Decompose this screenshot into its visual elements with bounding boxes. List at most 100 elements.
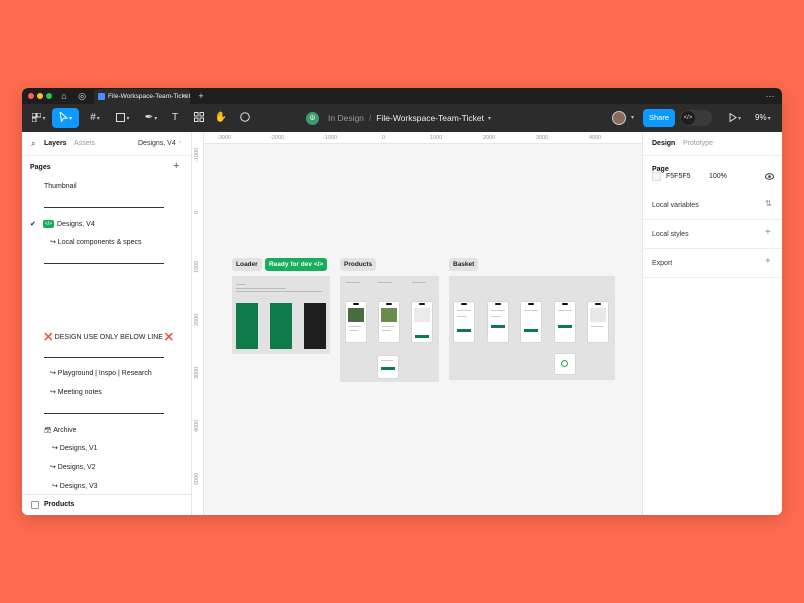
variables-settings-icon[interactable]: ⇅ bbox=[765, 199, 772, 208]
page-item-designs-v4[interactable]: ✔ </>Designs, V4 bbox=[30, 219, 95, 231]
page-opacity[interactable]: 100% bbox=[709, 173, 727, 180]
components-tool-button[interactable] bbox=[192, 108, 206, 128]
add-page-icon[interactable]: + bbox=[173, 160, 179, 172]
eye-icon[interactable] bbox=[765, 173, 774, 180]
page-item-designs-v2[interactable]: ↪ Designs, V2 bbox=[50, 462, 96, 474]
page-item-local-components[interactable]: ↪ Local components & specs bbox=[50, 237, 141, 249]
tab-bar: ⌂ ◎ File-Workspace-Team-Ticket × + ··· bbox=[22, 88, 782, 104]
tab-layers[interactable]: Layers bbox=[44, 140, 67, 147]
page-item-archive[interactable]: 🗃 Archive bbox=[44, 425, 77, 437]
add-style-icon[interactable]: + bbox=[765, 227, 771, 238]
move-tool-button[interactable]: ▾ bbox=[52, 108, 79, 128]
breadcrumb-separator: / bbox=[369, 113, 371, 123]
ruler-tick: 1000 bbox=[430, 135, 442, 141]
zoom-control[interactable]: 9%▾ bbox=[755, 108, 771, 128]
layers-panel: ⌕ Layers Assets Designs, V4 ^ Pages + Th… bbox=[22, 132, 192, 515]
product-screen[interactable] bbox=[379, 302, 399, 342]
close-window-button[interactable] bbox=[28, 93, 34, 99]
community-globe-icon[interactable]: ◎ bbox=[76, 90, 88, 102]
layer-label: Products bbox=[44, 501, 74, 508]
basket-screen[interactable] bbox=[488, 302, 508, 342]
dev-mode-toggle[interactable]: </> bbox=[680, 110, 712, 126]
page-item-label: Thumbnail bbox=[44, 183, 77, 190]
section-label-products[interactable]: Products bbox=[340, 258, 376, 271]
ruler-horizontal: -3000 -2000 -1000 0 1000 2000 3000 4000 bbox=[192, 132, 642, 144]
canvas[interactable]: -3000 -2000 -1000 0 1000 2000 3000 4000 … bbox=[192, 132, 642, 515]
page-item-meeting-notes[interactable]: ↪ Meeting notes bbox=[50, 387, 102, 399]
chevron-down-icon[interactable]: ▾ bbox=[488, 115, 491, 122]
loader-screen[interactable] bbox=[270, 303, 292, 349]
add-export-icon[interactable]: + bbox=[765, 256, 771, 267]
section-label-basket[interactable]: Basket bbox=[449, 258, 478, 271]
ready-for-dev-badge[interactable]: Ready for dev </> bbox=[265, 258, 327, 271]
ruler-tick: 2000 bbox=[483, 135, 495, 141]
local-styles-section[interactable]: Local styles + bbox=[643, 220, 782, 249]
local-variables-section[interactable]: Local variables ⇅ bbox=[643, 192, 782, 220]
section-label-loader[interactable]: Loader bbox=[232, 258, 262, 271]
page-item-label: ↪ Designs, V3 bbox=[52, 483, 98, 490]
basket-screen[interactable] bbox=[588, 302, 608, 342]
section-products[interactable] bbox=[340, 276, 439, 382]
avatar[interactable] bbox=[612, 111, 626, 125]
section-basket[interactable] bbox=[449, 276, 615, 380]
loader-screen[interactable] bbox=[236, 303, 258, 349]
page-item-playground[interactable]: ↪ Playground | Inspo | Research bbox=[50, 368, 152, 380]
search-icon[interactable]: ⌕ bbox=[31, 139, 35, 149]
product-screen[interactable] bbox=[378, 356, 398, 378]
section-loader[interactable] bbox=[232, 276, 330, 354]
tab-assets[interactable]: Assets bbox=[74, 140, 95, 147]
page-item-label: DESIGN USE ONLY BELOW LINE bbox=[55, 334, 163, 341]
page-color-swatch[interactable] bbox=[652, 172, 661, 181]
basket-screen[interactable] bbox=[555, 302, 575, 342]
annotation-line bbox=[346, 282, 360, 283]
ruler-vertical: -1000 0 1000 2000 3000 4000 5000 bbox=[192, 132, 204, 515]
page-item-designs-v3[interactable]: ↪ Designs, V3 bbox=[52, 481, 98, 493]
layer-row-products[interactable]: Products bbox=[22, 494, 192, 515]
tab-prototype[interactable]: Prototype bbox=[683, 140, 713, 147]
new-tab-button[interactable]: + bbox=[195, 90, 207, 102]
shape-tool-button[interactable]: ▾ bbox=[112, 108, 134, 128]
breadcrumb-project[interactable]: In Design bbox=[328, 113, 364, 123]
page-item-design-use-only[interactable]: ❌ DESIGN USE ONLY BELOW LINE ❌ bbox=[44, 332, 174, 344]
basket-screen[interactable] bbox=[521, 302, 541, 342]
hand-tool-button[interactable]: ✋ bbox=[214, 108, 228, 128]
minimize-window-button[interactable] bbox=[37, 93, 43, 99]
text-tool-button[interactable]: T bbox=[168, 108, 182, 128]
frame-tool-button[interactable]: #▾ bbox=[84, 108, 106, 128]
page-divider bbox=[44, 207, 164, 208]
right-panel-tabs: Design Prototype bbox=[643, 132, 782, 156]
home-icon[interactable]: ⌂ bbox=[58, 90, 70, 102]
hand-icon: ✋ bbox=[215, 112, 227, 123]
shape-icon bbox=[116, 113, 125, 122]
ruler-tick: 5000 bbox=[194, 473, 200, 485]
product-screen[interactable] bbox=[346, 302, 366, 342]
breadcrumb-file-title[interactable]: File-Workspace-Team-Ticket bbox=[376, 113, 484, 123]
more-icon[interactable]: ··· bbox=[764, 90, 776, 102]
ruler-tick: 4000 bbox=[589, 135, 601, 141]
annotation-line bbox=[412, 282, 426, 283]
present-button[interactable]: ▾ bbox=[724, 108, 746, 128]
chevron-down-icon[interactable]: ▾ bbox=[631, 114, 634, 121]
ruler-tick: 0 bbox=[194, 211, 200, 214]
comment-tool-button[interactable] bbox=[238, 108, 252, 128]
pen-tool-button[interactable]: ✒▾ bbox=[140, 108, 162, 128]
product-screen[interactable] bbox=[412, 302, 432, 342]
export-section[interactable]: Export + bbox=[643, 249, 782, 278]
maximize-window-button[interactable] bbox=[46, 93, 52, 99]
basket-screen[interactable] bbox=[555, 354, 575, 374]
tab-file[interactable]: File-Workspace-Team-Ticket × bbox=[94, 89, 190, 104]
share-button[interactable]: Share bbox=[643, 109, 675, 127]
main-menu-button[interactable]: ▾ bbox=[28, 108, 50, 128]
red-x-icon: ❌ bbox=[44, 334, 53, 341]
page-selector[interactable]: Designs, V4 ^ bbox=[138, 140, 182, 147]
close-tab-icon[interactable]: × bbox=[183, 89, 187, 104]
frame-icon: # bbox=[90, 112, 96, 123]
tab-design[interactable]: Design bbox=[652, 140, 675, 147]
page-item-designs-v1[interactable]: ↪ Designs, V1 bbox=[52, 443, 98, 455]
page-item-thumbnail[interactable]: Thumbnail bbox=[44, 181, 77, 193]
breadcrumb[interactable]: ☮ In Design / File-Workspace-Team-Ticket… bbox=[306, 108, 491, 128]
basket-screen[interactable] bbox=[454, 302, 474, 342]
figma-window: ⌂ ◎ File-Workspace-Team-Ticket × + ··· ▾… bbox=[22, 88, 782, 515]
page-color-hex[interactable]: F5F5F5 bbox=[666, 173, 691, 180]
loader-screen-dark[interactable] bbox=[304, 303, 326, 349]
